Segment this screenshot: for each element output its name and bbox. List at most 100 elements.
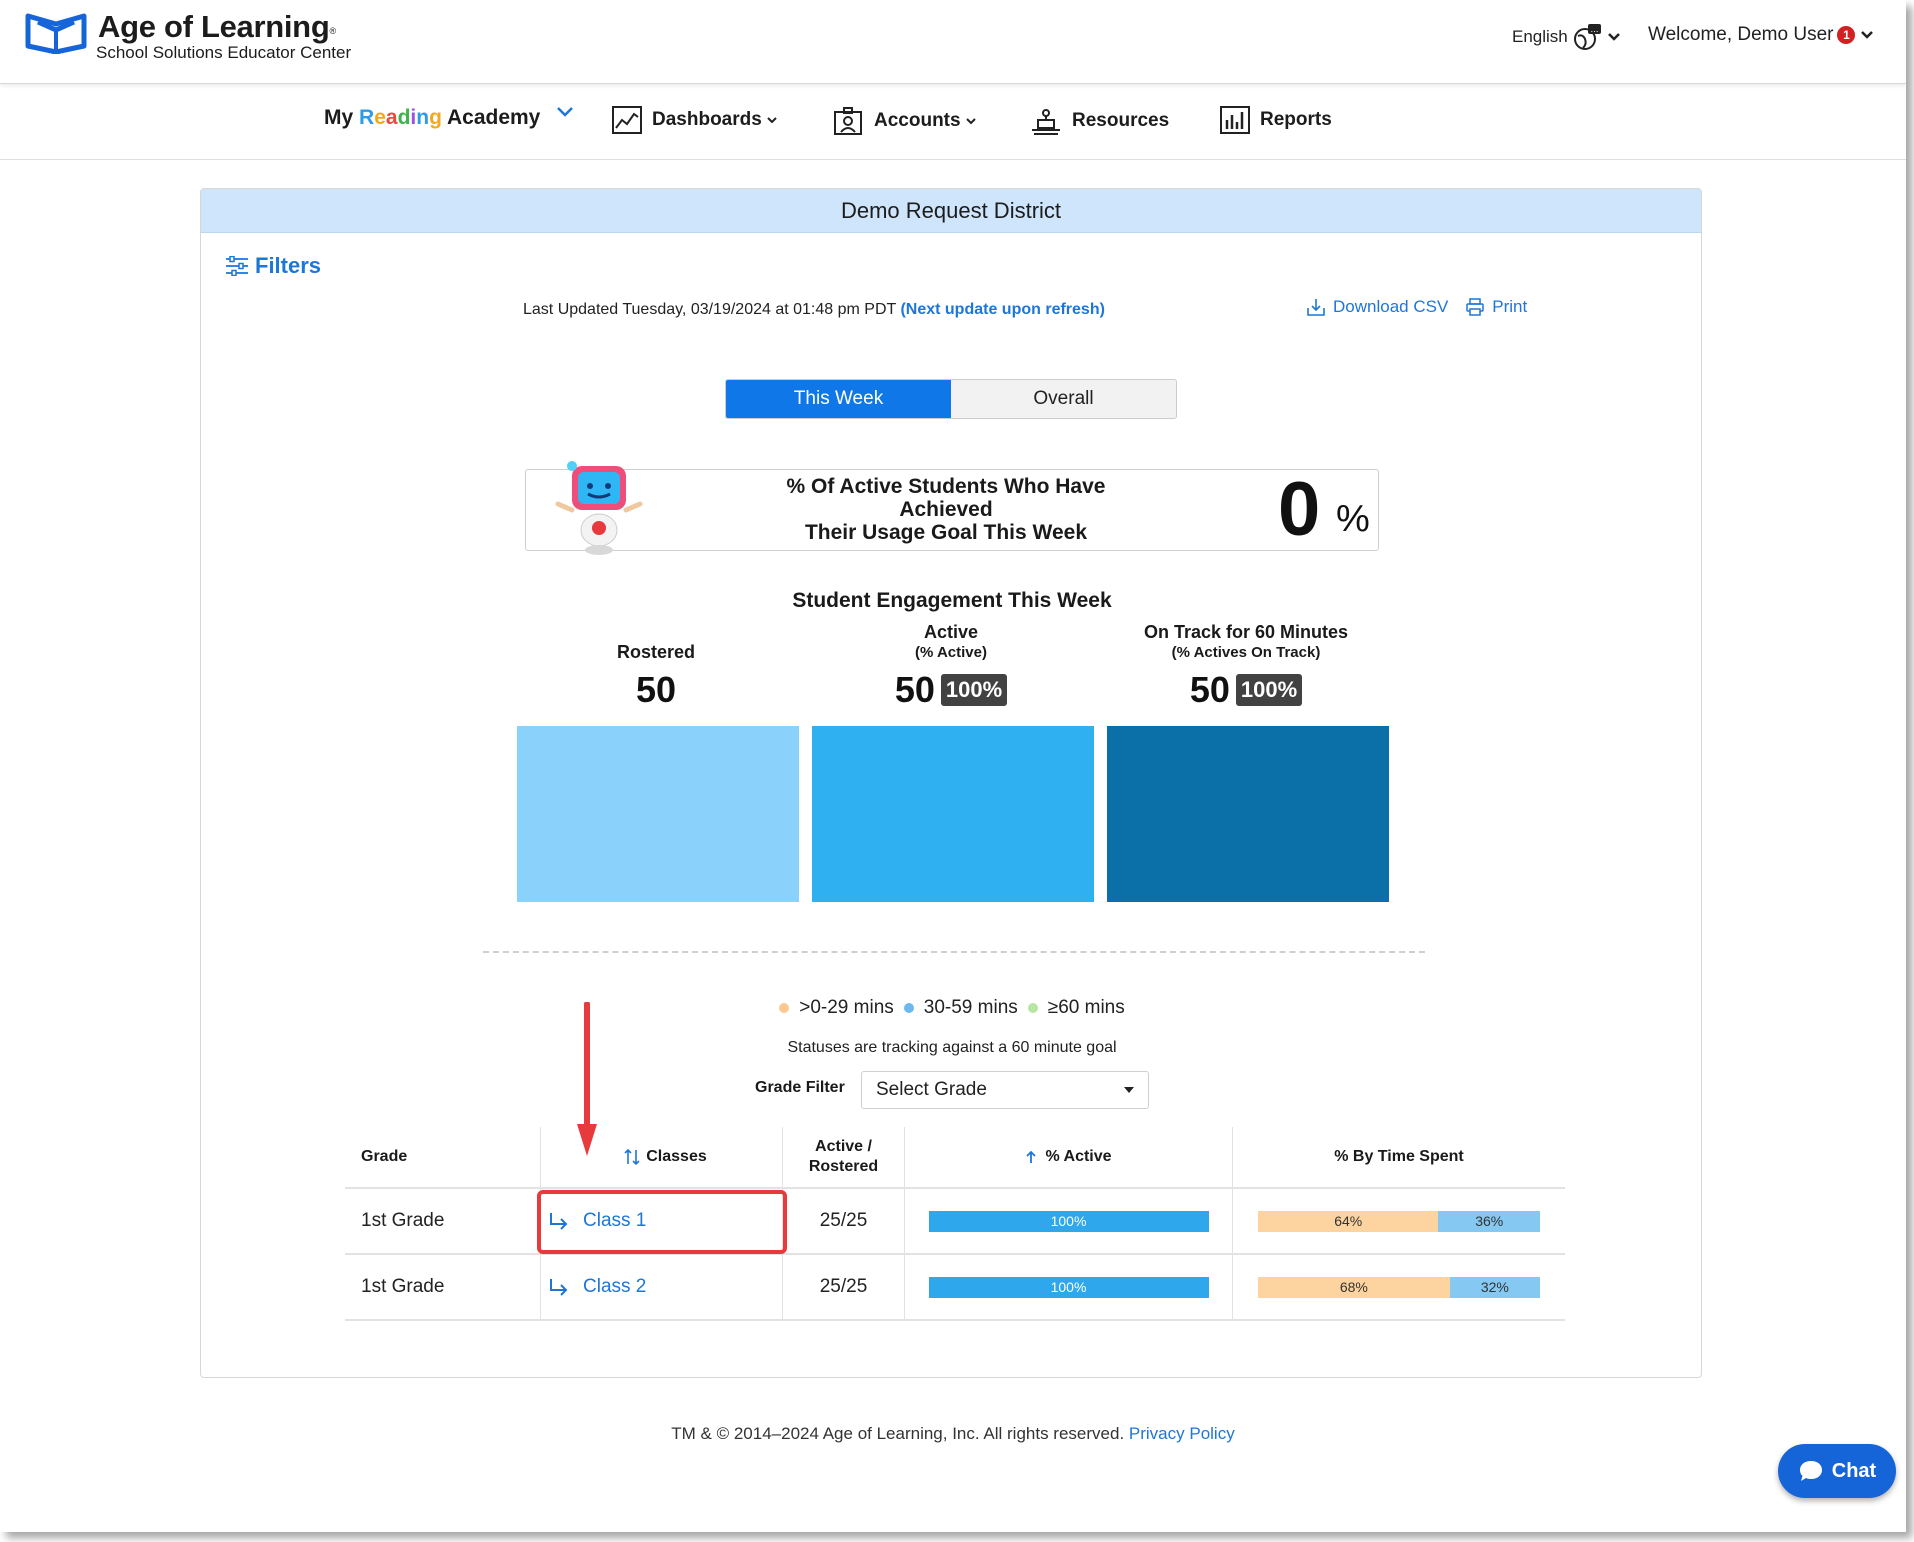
download-csv-button[interactable]: Download CSV xyxy=(1307,297,1448,317)
grade-filter-select[interactable]: Select Grade xyxy=(861,1071,1149,1109)
active-bar xyxy=(812,726,1094,902)
export-actions: Download CSV Print xyxy=(1307,297,1545,317)
metric-title: Rostered xyxy=(616,642,696,662)
metric-value: 50 xyxy=(635,669,677,710)
resources-icon xyxy=(1032,109,1060,135)
district-card: Demo Request District Filters Last Updat… xyxy=(200,188,1702,1378)
age-of-learning-logo[interactable]: Age of Learning® School Solutions Educat… xyxy=(24,10,351,63)
cell-ratio: 25/25 xyxy=(783,1189,905,1253)
goal-value: 0 xyxy=(1278,467,1321,552)
filters-button[interactable]: Filters xyxy=(225,253,321,279)
active-progress-bar: 100% xyxy=(928,1210,1209,1232)
printer-icon xyxy=(1466,298,1485,316)
nav-reports-label: Reports xyxy=(1260,109,1332,130)
sub-arrow-icon xyxy=(550,1279,568,1296)
cell-time-spent: 64% 36% xyxy=(1233,1189,1565,1253)
chevron-down-icon xyxy=(557,107,574,117)
on-track-bar xyxy=(1107,726,1389,902)
metric-title: Active xyxy=(923,622,979,642)
goal-unit: % xyxy=(1336,498,1370,540)
notification-badge[interactable]: 1 xyxy=(1837,26,1856,44)
nav-dashboards[interactable]: Dashboards xyxy=(612,106,778,134)
time-segment-0-29: 68% xyxy=(1258,1276,1450,1298)
nav-resources[interactable]: Resources xyxy=(1030,106,1169,136)
metric-subtitle: (% Active) xyxy=(915,644,987,661)
active-progress-bar: 100% xyxy=(928,1276,1209,1298)
chat-bubble-icon xyxy=(1799,1461,1822,1481)
header-active-rostered: Active / Rostered xyxy=(783,1127,905,1187)
metric-value: 50 xyxy=(1189,669,1230,710)
page-frame: Age of Learning® School Solutions Educat… xyxy=(0,0,1906,1532)
annotation-arrow-icon xyxy=(577,1002,597,1156)
table-row: 1st Grade Class 2 25/25 100% 68% 32% xyxy=(345,1255,1565,1321)
header-pct-active[interactable]: % Active xyxy=(905,1127,1233,1187)
book-logo-icon xyxy=(25,13,87,54)
nav-accounts[interactable]: Accounts xyxy=(834,106,977,136)
top-header: Age of Learning® School Solutions Educat… xyxy=(0,0,1906,84)
chevron-down-icon xyxy=(1607,33,1620,41)
main-nav: My Reading Academy Dashboards Accounts R… xyxy=(0,84,1906,160)
footer: TM & © 2014–2024 Age of Learning, Inc. A… xyxy=(0,1424,1906,1444)
chevron-down-icon xyxy=(1861,31,1874,39)
nav-resources-label: Resources xyxy=(1072,110,1170,131)
language-label: English xyxy=(1512,27,1568,46)
sliders-icon xyxy=(226,256,248,276)
chevron-down-icon xyxy=(767,117,777,124)
legend-item: >0-29 mins xyxy=(779,997,894,1019)
chat-button[interactable]: Chat xyxy=(1778,1444,1896,1498)
robot-mascot-icon xyxy=(555,461,643,555)
time-spent-bar: 68% 32% xyxy=(1258,1276,1540,1298)
copyright: TM & © 2014–2024 Age of Learning, Inc. A… xyxy=(671,1424,1125,1443)
table-row: 1st Grade Class 1 25/25 100% 64% 36% xyxy=(345,1189,1565,1255)
tab-overall[interactable]: Overall xyxy=(951,380,1176,418)
metric-title: On Track for 60 Minutes xyxy=(1143,622,1349,642)
nav-reports[interactable]: Reports xyxy=(1220,106,1332,134)
time-segment-0-29: 64% xyxy=(1258,1210,1439,1232)
legend-item: 30-59 mins xyxy=(903,997,1018,1019)
time-segment-30-59: 32% xyxy=(1449,1276,1540,1298)
metric-rostered: Rostered 50 xyxy=(515,641,797,711)
cell-pct-active: 100% xyxy=(905,1255,1233,1319)
product-name: My Reading Academy xyxy=(324,106,541,129)
metric-badge: 100% xyxy=(940,674,1008,706)
section-divider xyxy=(483,951,1425,953)
header-grade: Grade xyxy=(345,1127,541,1187)
user-menu[interactable]: Welcome, Demo User 1 xyxy=(1648,24,1875,46)
annotation-highlight-box xyxy=(537,1190,787,1254)
metric-active: Active (% Active) 50 100% xyxy=(810,621,1092,711)
usage-goal-panel: % Of Active Students Who Have Achieved T… xyxy=(525,461,1379,555)
cell-ratio: 25/25 xyxy=(783,1255,905,1319)
rostered-bar xyxy=(517,726,799,902)
goal-description: % Of Active Students Who Have Achieved T… xyxy=(786,475,1106,544)
time-segment-30-59: 36% xyxy=(1438,1210,1540,1232)
brand-subtitle: School Solutions Educator Center xyxy=(96,43,352,62)
brand-title: Age of Learning® xyxy=(98,9,336,44)
cell-class: Class 2 xyxy=(541,1255,783,1319)
class-link[interactable]: Class 2 xyxy=(549,1276,646,1298)
download-icon xyxy=(1307,299,1325,316)
last-updated: Last Updated Tuesday, 03/19/2024 at 01:4… xyxy=(523,301,1105,318)
cell-time-spent: 68% 32% xyxy=(1233,1255,1565,1319)
sort-icon xyxy=(624,1148,640,1166)
period-toggle: This Week Overall xyxy=(725,379,1177,419)
language-selector[interactable]: English … xyxy=(1512,22,1622,52)
engagement-title: Student Engagement This Week xyxy=(792,589,1112,612)
welcome-text: Welcome, Demo User xyxy=(1648,24,1834,45)
status-note: Statuses are tracking against a 60 minut… xyxy=(787,1039,1117,1056)
nav-dashboards-label: Dashboards xyxy=(652,109,762,130)
district-title: Demo Request District xyxy=(201,189,1701,233)
product-selector[interactable]: My Reading Academy xyxy=(324,106,584,130)
time-spent-bar: 64% 36% xyxy=(1258,1210,1540,1232)
globe-chat-icon: … xyxy=(1573,24,1601,50)
reports-icon xyxy=(1220,106,1250,134)
metric-badge: 100% xyxy=(1235,674,1303,706)
header-time-spent: % By Time Spent xyxy=(1334,1148,1464,1165)
metric-on-track: On Track for 60 Minutes (% Actives On Tr… xyxy=(1105,621,1387,711)
print-button[interactable]: Print xyxy=(1466,297,1527,317)
tab-this-week[interactable]: This Week xyxy=(726,380,951,418)
privacy-policy-link[interactable]: Privacy Policy xyxy=(1129,1424,1235,1443)
svg-text:…: … xyxy=(1590,25,1598,34)
cell-grade: 1st Grade xyxy=(345,1189,541,1253)
next-update-link[interactable]: (Next update upon refresh) xyxy=(900,301,1104,318)
metric-subtitle: (% Actives On Track) xyxy=(1171,644,1321,661)
